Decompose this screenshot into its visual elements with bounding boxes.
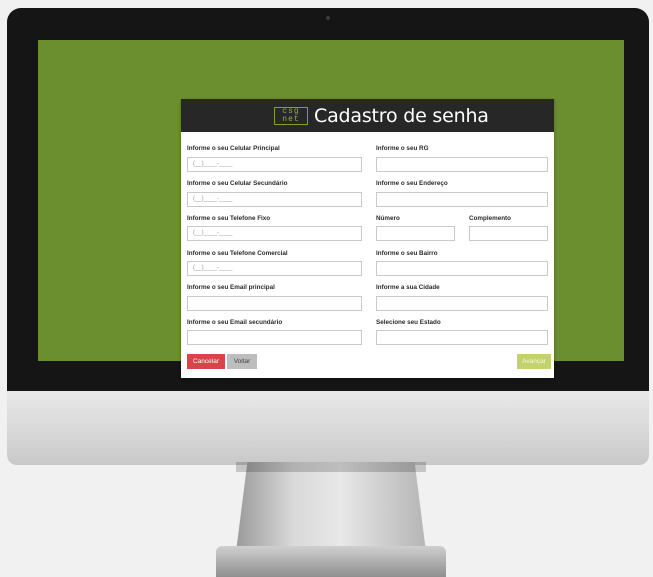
telefone-fixo-input[interactable]: (__)____-____ (187, 226, 362, 241)
label-celular-principal: Informe o seu Celular Principal (187, 145, 280, 152)
telefone-comercial-input[interactable]: (__)____-____ (187, 261, 362, 276)
monitor-stand (236, 462, 426, 552)
password-registration-form: csg net Cadastro de senha Informe o seu … (181, 99, 554, 378)
label-bairro: Informe o seu Bairro (376, 250, 438, 257)
cancel-button[interactable]: Cancelar (187, 354, 225, 369)
label-endereco: Informe o seu Endereço (376, 180, 448, 187)
label-email-secundario: Informe o seu Email secundário (187, 319, 283, 326)
email-principal-input[interactable] (187, 296, 362, 311)
rg-input[interactable] (376, 157, 548, 172)
back-button[interactable]: Voltar (227, 354, 257, 369)
celular-principal-input[interactable]: (__)____-____ (187, 157, 362, 172)
next-button[interactable]: Avançar (517, 354, 551, 369)
cidade-input[interactable] (376, 296, 548, 311)
label-telefone-comercial: Informe o seu Telefone Comercial (187, 250, 288, 257)
monitor-chin (7, 391, 649, 465)
label-complemento: Complemento (469, 215, 511, 222)
endereco-input[interactable] (376, 192, 548, 207)
csgnet-logo: csg net (274, 107, 308, 125)
camera-icon (326, 16, 330, 20)
bairro-input[interactable] (376, 261, 548, 276)
label-estado: Selecione seu Estado (376, 319, 441, 326)
label-rg: Informe o seu RG (376, 145, 429, 152)
numero-input[interactable] (376, 226, 455, 241)
label-email-principal: Informe o seu Email principal (187, 284, 275, 291)
label-numero: Número (376, 215, 400, 222)
page-title: Cadastro de senha (314, 105, 489, 127)
monitor-base (216, 546, 446, 577)
complemento-input[interactable] (469, 226, 548, 241)
screen: csg net Cadastro de senha Informe o seu … (38, 40, 624, 378)
celular-secundario-input[interactable]: (__)____-____ (187, 192, 362, 207)
logo-bottom-text: net (282, 115, 300, 124)
label-celular-secundario: Informe o seu Celular Secundário (187, 180, 288, 187)
form-header: csg net Cadastro de senha (181, 99, 554, 132)
label-cidade: Informe a sua Cidade (376, 284, 440, 291)
estado-select[interactable] (376, 330, 548, 345)
stand-shadow (236, 462, 426, 472)
label-telefone-fixo: Informe o seu Telefone Fixo (187, 215, 271, 222)
email-secundario-input[interactable] (187, 330, 362, 345)
